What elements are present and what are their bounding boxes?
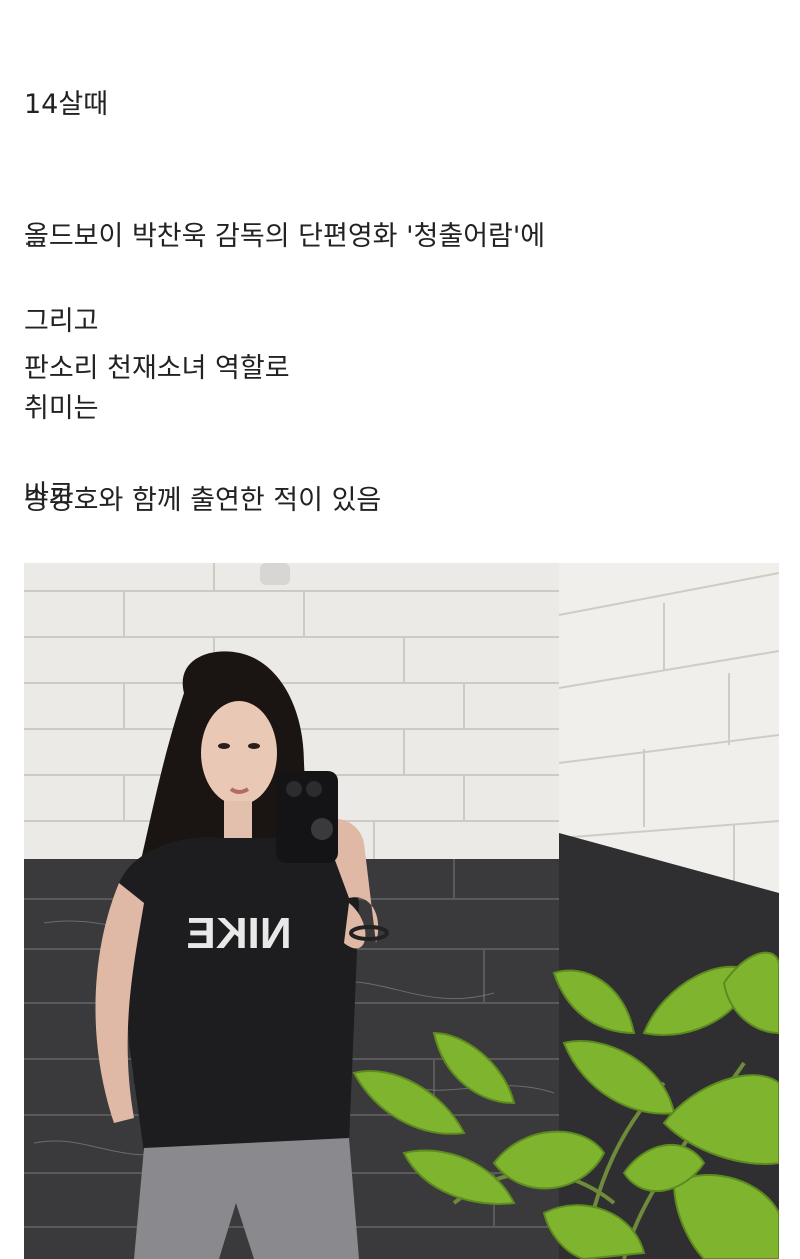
intro-line: 송강호와 함께 출연한 적이 있음 bbox=[24, 485, 382, 516]
and-text: 그리고 bbox=[24, 306, 99, 337]
hobby-text: 취미는 bbox=[24, 393, 99, 424]
it-is-text: 바로 bbox=[24, 480, 74, 511]
intro-line: 14살때 bbox=[24, 89, 109, 120]
intro-line: 판소리 천재소녀 역할로 bbox=[24, 353, 290, 384]
intro-line: 올드보이 박찬욱 감독의 단편영화 '청출어람'에 bbox=[24, 221, 546, 252]
shirt-logo: NIKE bbox=[186, 909, 291, 958]
mirror-selfie-photo[interactable]: NIKE bbox=[24, 563, 779, 1259]
intro-text: 14살때 올드보이 박찬욱 감독의 단편영화 '청출어람'에 판소리 천재소녀 … bbox=[24, 0, 545, 611]
photo-illustration: NIKE bbox=[24, 563, 779, 1259]
svg-text:NIKE: NIKE bbox=[186, 909, 291, 958]
ellipsis-text: ... bbox=[24, 226, 47, 250]
